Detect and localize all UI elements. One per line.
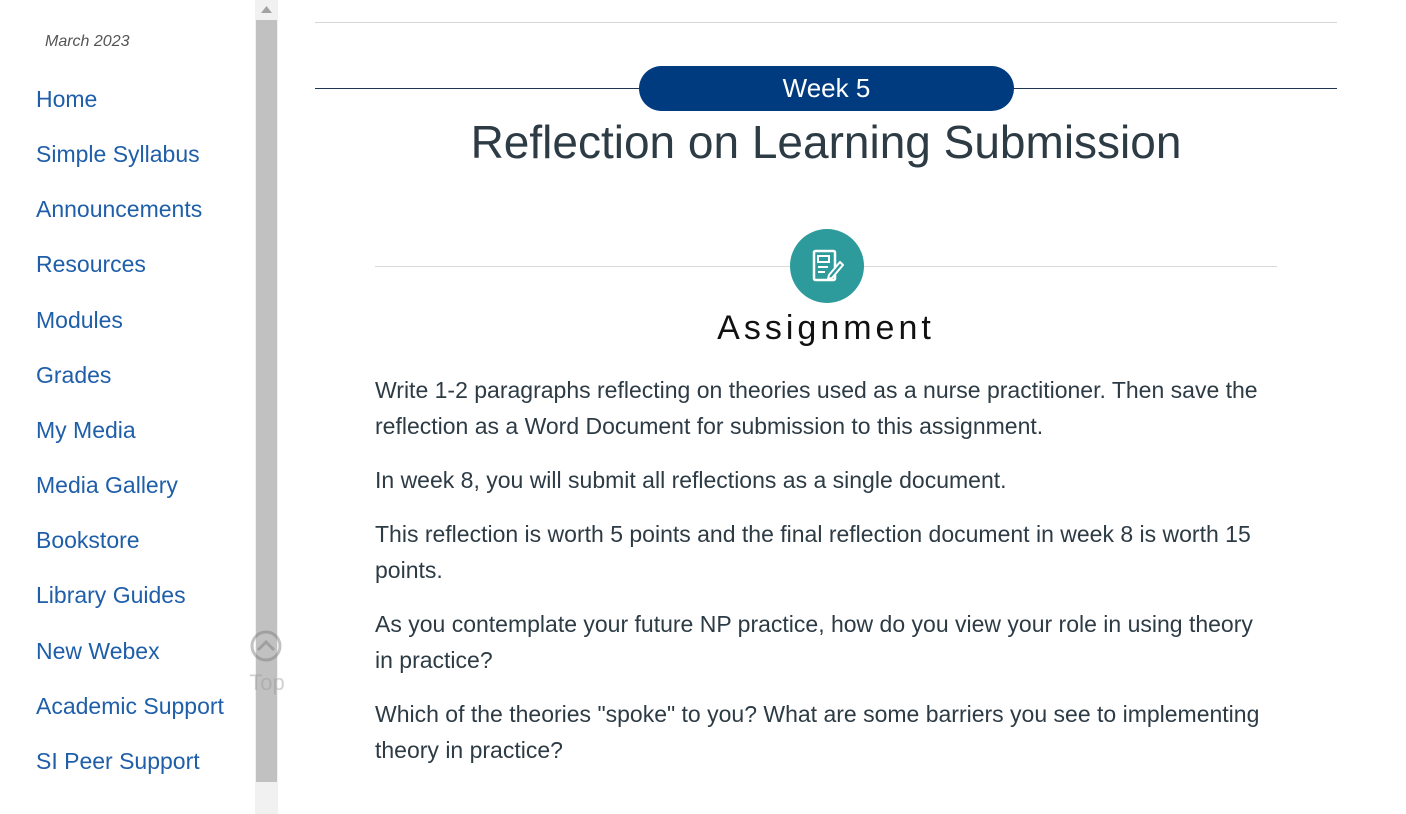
week-badge: Week 5: [639, 66, 1014, 111]
nav-announcements[interactable]: Announcements: [36, 196, 202, 223]
paragraph: In week 8, you will submit all reflectio…: [375, 467, 1007, 493]
nav-resources[interactable]: Resources: [36, 251, 146, 278]
chevron-up-circle-icon: [250, 630, 282, 662]
divider: [315, 22, 1337, 23]
nav-bookstore[interactable]: Bookstore: [36, 527, 140, 554]
paragraph: Write 1-2 paragraphs reflecting on theor…: [375, 377, 1258, 439]
nav-si-peer-support[interactable]: SI Peer Support: [36, 748, 200, 775]
term-label: March 2023: [45, 33, 130, 50]
page-title: Reflection on Learning Submission: [470, 116, 1182, 168]
back-to-top-button[interactable]: Top: [245, 628, 289, 698]
nav-grades[interactable]: Grades: [36, 362, 111, 389]
assignment-description: Write 1-2 paragraphs reflecting on theor…: [375, 372, 1275, 786]
course-navigation: March 2023 Home Simple Syllabus Announce…: [0, 0, 255, 814]
nav-academic-support[interactable]: Academic Support: [36, 693, 224, 720]
assignment-edit-icon: [790, 229, 864, 303]
nav-simple-syllabus[interactable]: Simple Syllabus: [36, 141, 200, 168]
nav-media-gallery[interactable]: Media Gallery: [36, 472, 178, 499]
section-heading: Assignment: [717, 309, 935, 347]
nav-my-media[interactable]: My Media: [36, 417, 136, 444]
paragraph: This reflection is worth 5 points and th…: [375, 521, 1251, 583]
page-content: Week 5 Reflection on Learning Submission…: [315, 0, 1337, 814]
nav-modules[interactable]: Modules: [36, 307, 123, 334]
scroll-up-icon[interactable]: [256, 0, 277, 18]
back-to-top-label: Top: [249, 670, 285, 695]
nav-new-webex[interactable]: New Webex: [36, 638, 160, 665]
paragraph: Which of the theories "spoke" to you? Wh…: [375, 701, 1260, 763]
nav-library-guides[interactable]: Library Guides: [36, 582, 186, 609]
paragraph: As you contemplate your future NP practi…: [375, 611, 1253, 673]
nav-home[interactable]: Home: [36, 86, 97, 113]
